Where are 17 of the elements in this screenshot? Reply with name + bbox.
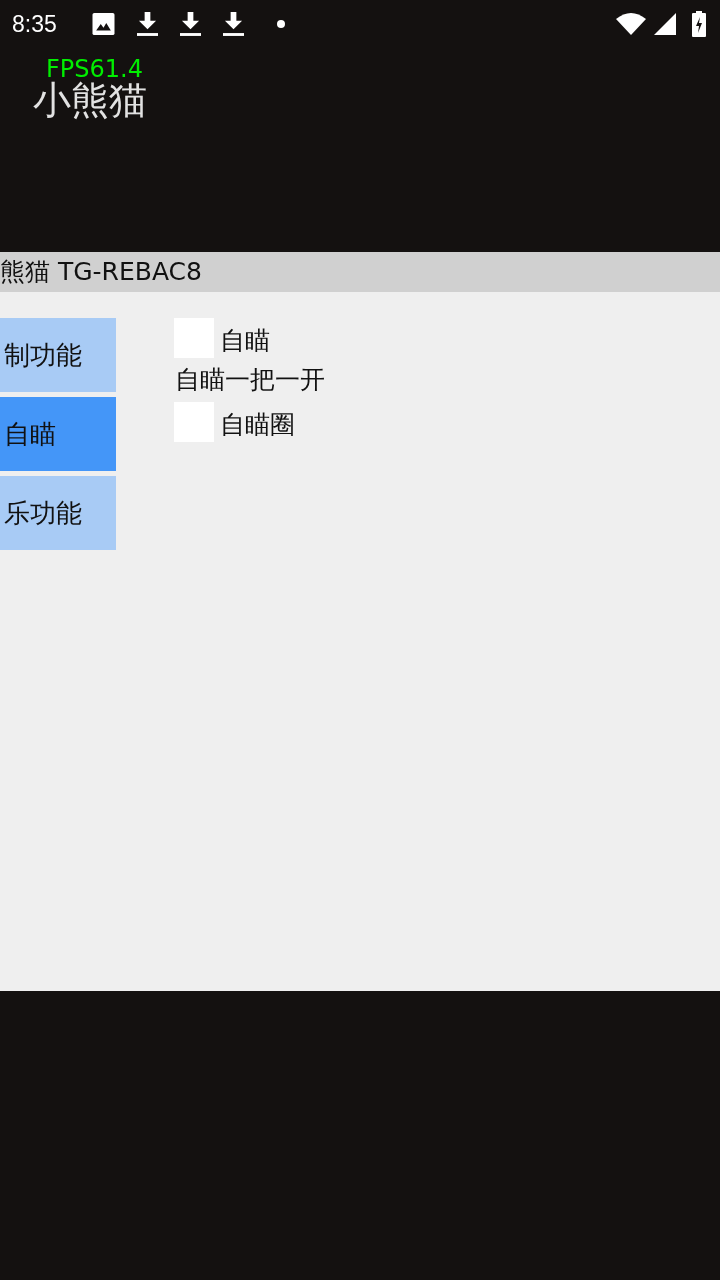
section-label: 自瞄一把一开 — [174, 364, 325, 396]
wifi-icon — [616, 13, 646, 35]
checkbox-label: 自瞄圈 — [220, 408, 295, 441]
sidebar-tab[interactable]: 自瞄 — [0, 397, 116, 471]
dot-icon — [277, 20, 285, 28]
checkbox-label: 自瞄 — [220, 324, 270, 357]
menu-title-bar: 熊猫 TG-REBAC8 — [0, 252, 720, 292]
app-title: 小熊猫 — [33, 80, 147, 120]
status-time: 8:35 — [12, 10, 58, 38]
download-icon — [223, 12, 244, 36]
sidebar-tab[interactable]: 制功能 — [0, 318, 116, 392]
image-icon — [92, 13, 115, 35]
download-icon — [137, 12, 158, 36]
battery-charging-icon — [692, 11, 706, 37]
signal-icon — [654, 13, 676, 35]
download-icon — [180, 12, 201, 36]
sidebar-tab[interactable]: 乐功能 — [0, 476, 116, 550]
